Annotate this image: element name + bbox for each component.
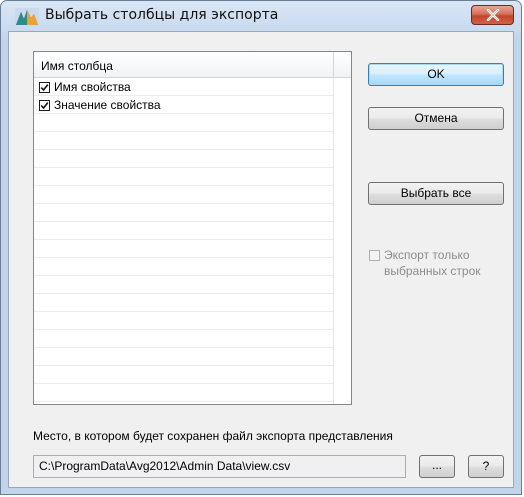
- column-header-name: Имя столбца: [41, 59, 113, 73]
- path-caption: Место, в котором будет сохранен файл экс…: [33, 429, 393, 443]
- empty-row: [34, 240, 333, 258]
- export-path-field[interactable]: C:\ProgramData\Avg2012\Admin Data\view.c…: [33, 455, 406, 478]
- item-label: Значение свойства: [54, 98, 161, 112]
- item-label: Имя свойства: [54, 80, 131, 94]
- empty-row: [34, 132, 333, 150]
- empty-row: [34, 168, 333, 186]
- empty-row: [34, 150, 333, 168]
- empty-row: [34, 222, 333, 240]
- ok-button[interactable]: OK: [368, 63, 504, 86]
- empty-row: [34, 294, 333, 312]
- empty-row: [34, 276, 333, 294]
- export-selected-label: Экспорт только выбранных строк: [384, 248, 481, 278]
- list-item[interactable]: Имя свойства: [34, 78, 333, 96]
- close-button[interactable]: [471, 5, 514, 25]
- close-icon: [486, 9, 500, 21]
- export-selected-checkbox[interactable]: [369, 250, 380, 261]
- empty-row: [34, 258, 333, 276]
- empty-row: [34, 366, 333, 384]
- help-button[interactable]: ?: [468, 455, 504, 478]
- empty-row: [34, 312, 333, 330]
- empty-row: [34, 204, 333, 222]
- window-title: Выбрать столбцы для экспорта: [45, 7, 279, 23]
- checkmark-icon: [40, 101, 49, 109]
- select-all-button[interactable]: Выбрать все: [368, 182, 504, 205]
- title-bar[interactable]: Выбрать столбцы для экспорта: [1, 1, 521, 31]
- empty-row: [34, 330, 333, 348]
- list-item[interactable]: Значение свойства: [34, 96, 333, 114]
- columns-list[interactable]: Имя столбца Имя свойства Значение свойст…: [33, 51, 352, 405]
- header-divider[interactable]: [333, 52, 334, 78]
- empty-row: [34, 114, 333, 132]
- avg-logo-icon: [15, 8, 39, 26]
- empty-row: [34, 348, 333, 366]
- dialog-client-area: Имя столбца Имя свойства Значение свойст…: [8, 31, 514, 488]
- empty-row: [34, 186, 333, 204]
- empty-row: [34, 384, 333, 402]
- dialog-window: Выбрать столбцы для экспорта Имя столбца…: [0, 0, 522, 495]
- cancel-button[interactable]: Отмена: [368, 107, 504, 130]
- item-checkbox[interactable]: [39, 99, 50, 111]
- browse-button[interactable]: ...: [419, 455, 455, 478]
- checkmark-icon: [40, 83, 49, 91]
- list-header[interactable]: Имя столбца: [34, 52, 351, 78]
- item-checkbox[interactable]: [39, 81, 50, 93]
- grid-line: [333, 78, 334, 404]
